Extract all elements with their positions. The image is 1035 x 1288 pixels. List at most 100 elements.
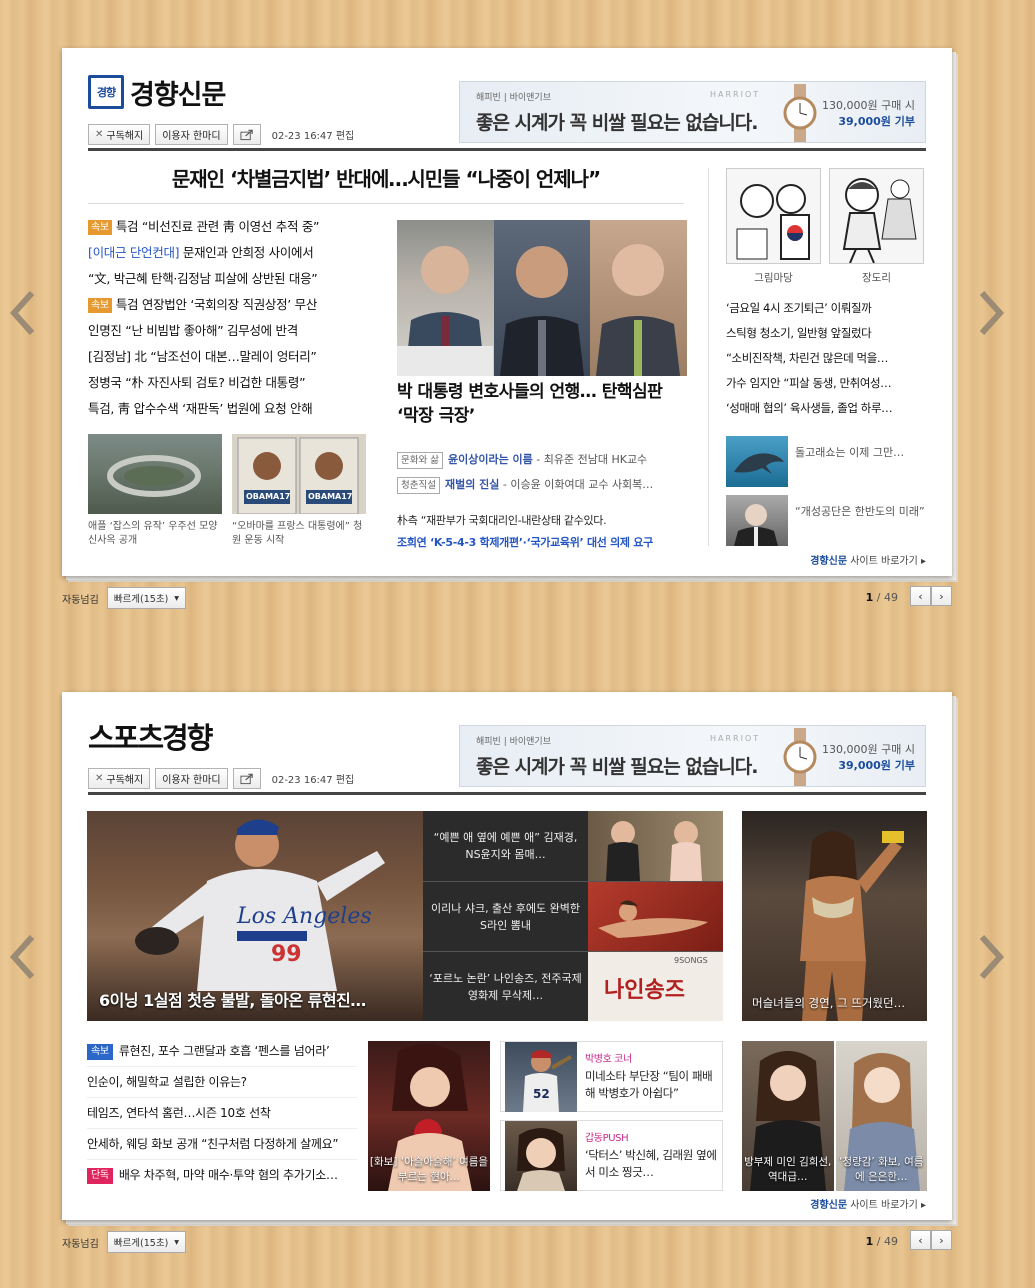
- shortcut-brand: 경향신문: [810, 1200, 848, 1211]
- ad-banner[interactable]: 해피빈 | 바이앤기브 좋은 시계가 꼭 비쌀 필요는 없습니다. HARRIO…: [459, 81, 926, 143]
- ad-top: 해피빈 | 바이앤기브: [476, 93, 551, 103]
- gallery-item[interactable]: 이리나 샤크, 출산 후에도 완벽한 S라인 뽐내: [423, 881, 723, 951]
- list-item[interactable]: 가수 임지안 “피살 동생, 만취여성…: [726, 371, 924, 396]
- box-text: 갑동PUSH ‘닥터스’ 박신혜, 김래원 옆에서 미소 찡긋…: [585, 1130, 718, 1181]
- thumb-obama-poster[interactable]: OBAMA17 OBAMA17 “오바마를 프랑스 대통령에” 청원 운동 시작: [232, 434, 366, 548]
- list-item[interactable]: [이대근 단언컨대] 문재인과 안희정 사이에서: [88, 240, 388, 266]
- main-photo-title[interactable]: 박 대통령 변호사들의 언행… 탄핵심판 ‘막장 극장’: [397, 380, 687, 428]
- list-item[interactable]: 속보 특검 연장법안 ‘국회의장 직권상정’ 무산: [88, 292, 388, 318]
- cartoon-jangdori[interactable]: 장도리: [829, 168, 924, 285]
- ad-main: 좋은 시계가 꼭 비쌀 필요는 없습니다.: [476, 756, 758, 778]
- duo-photos: 방부제 미인 김희선, 역대급… ‘청량감’ 화보, 여름에 은은한…: [742, 1041, 927, 1191]
- list-item[interactable]: 특검, 靑 압수수색 ‘재판독’ 법원에 요청 안해: [88, 396, 388, 422]
- next-page-button[interactable]: ›: [931, 586, 952, 606]
- thumb-apple-campus[interactable]: 애플 ‘잡스의 유작’ 우주선 모양 신사옥 공개: [88, 434, 222, 548]
- site-shortcut-link[interactable]: 경향신문 사이트 바로가기 ▸: [810, 552, 926, 567]
- list-item[interactable]: ‘성매매 협의’ 육사생들, 졸업 하루…: [726, 396, 924, 421]
- share-button[interactable]: [232, 124, 261, 145]
- list-item-text: 특검 “비선진료 관련 靑 이영선 추적 중”: [115, 219, 320, 234]
- gallery-stack: “예쁜 애 옆에 예쁜 애” 김재경, NS윤지와 몸매… 이리나 샤크, 출산…: [423, 811, 723, 1021]
- list-item[interactable]: ‘금요일 4시 조기퇴근’ 이뤄질까: [726, 296, 924, 321]
- list-item[interactable]: 朴측 “재판부가 국회대리인-내란상태 같수있다.: [397, 510, 687, 532]
- chevron-right-icon: [979, 290, 1005, 336]
- gallery-item[interactable]: “예쁜 애 옆에 예쁜 애” 김재경, NS윤지와 몸매…: [423, 811, 723, 881]
- column-prefix: [이대근 단언컨대]: [88, 245, 180, 260]
- logo[interactable]: 경향 경향신문: [88, 74, 226, 111]
- ad-price-text: 130,000원 구매 시: [822, 99, 915, 112]
- ad-top: 해피빈 | 바이앤기브: [476, 737, 551, 747]
- corner-box-park[interactable]: 52 박병호 코너 미네소타 부단장 “팀이 패배해 박병호가 아쉽다”: [500, 1041, 723, 1112]
- auto-advance-label: 자동넘김: [62, 594, 99, 606]
- prev-page-button[interactable]: ‹: [910, 586, 931, 606]
- gallery-item[interactable]: ‘포르노 논란’ 나인송즈, 전주국제영화제 무삭제… 9SONGS 나인송즈: [423, 951, 723, 1021]
- column-title: 윤이상이라는 이름: [447, 453, 533, 466]
- news-list: 속보 특검 “비선진료 관련 靑 이영선 추적 중” [이대근 단언컨대] 문재인…: [88, 214, 388, 422]
- list-item[interactable]: 스틱형 청소기, 일반형 앞질렀다: [726, 321, 924, 346]
- speed-value: 빠르게(15초): [113, 594, 169, 605]
- big-photo-right[interactable]: 머슬녀들의 경연, 그 뜨거웠던…: [742, 811, 927, 1021]
- right-thumb-kaesong[interactable]: “개성공단은 한반도의 미래”: [726, 495, 926, 546]
- duo-photo[interactable]: 방부제 미인 김희선, 역대급…: [742, 1041, 834, 1191]
- logo[interactable]: 스포츠경향: [88, 718, 213, 755]
- site-shortcut-link[interactable]: 경향신문 사이트 바로가기 ▸: [810, 1196, 926, 1211]
- share-button[interactable]: [232, 768, 261, 789]
- list-item[interactable]: 인명진 “난 비빔밥 좋아해” 김무성에 반격: [88, 318, 388, 344]
- duo-caption: ‘청량감’ 화보, 여름에 은은한…: [839, 1156, 924, 1183]
- list-item[interactable]: [김정남] 北 “남조선이 대본…말레이 엉터리”: [88, 344, 388, 370]
- main-headline[interactable]: 문재인 ‘차별금지법’ 반대에…시민들 “나중이 언제나”: [88, 156, 684, 204]
- list-item[interactable]: 인순이, 해밀학교 설립한 이유는?: [87, 1067, 357, 1098]
- chevron-right-icon: ›: [939, 1233, 944, 1247]
- duo-photo[interactable]: ‘청량감’ 화보, 여름에 은은한…: [835, 1041, 927, 1191]
- speed-select[interactable]: 빠르게(15초) ▾: [106, 1231, 187, 1253]
- duo-caption: 방부제 미인 김희선, 역대급…: [744, 1156, 832, 1183]
- poster-text: OBAMA17: [246, 492, 291, 501]
- cartoon-caption: 그림마당: [754, 272, 793, 284]
- right-thumb-dolphin[interactable]: 돌고래쇼는 이제 그만…: [726, 436, 926, 487]
- next-page-button[interactable]: ›: [931, 1230, 952, 1250]
- divider: [88, 148, 926, 151]
- column-list: 문화와 삶 윤이상이라는 이름 - 최유준 전남대 HK교수 청춘직설 재벌의 진실…: [397, 450, 687, 500]
- list-item[interactable]: 안세하, 웨딩 화보 공개 “친구처럼 다정하게 살께요”: [87, 1129, 357, 1160]
- box-text: 박병호 코너 미네소타 부단장 “팀이 패배해 박병호가 아쉽다”: [585, 1051, 718, 1102]
- column-item[interactable]: 문화와 삶 윤이상이라는 이름 - 최유준 전남대 HK교수: [397, 450, 687, 475]
- column-item[interactable]: 청춘직설 재벌의 진실 - 이승윤 이화여대 교수 사회복…: [397, 475, 687, 500]
- gallery-text: ‘포르노 논란’ 나인송즈, 전주국제영화제 무삭제…: [423, 952, 588, 1021]
- list-item[interactable]: “소비진작책, 차린건 많은데 먹을…: [726, 346, 924, 371]
- speed-select[interactable]: 빠르게(15초) ▾: [106, 587, 187, 609]
- hero-photo[interactable]: Los Angeles 99 6이닝 1실점 첫승 불발, 돌아온 류현진…: [87, 811, 423, 1021]
- ad-banner[interactable]: 해피빈 | 바이앤기브 좋은 시계가 꼭 비쌀 필요는 없습니다. HARRIO…: [459, 725, 926, 787]
- chevron-right-icon: ›: [939, 589, 944, 603]
- prev-page-button[interactable]: ‹: [910, 1230, 931, 1250]
- poster-small-text: 9SONGS: [674, 956, 708, 965]
- unsubscribe-button[interactable]: ✕ 구독해지: [88, 124, 151, 145]
- page-indicator: 1 / 49: [866, 1235, 898, 1248]
- page-buttons: ‹ ›: [910, 1230, 952, 1250]
- main-photo[interactable]: [397, 220, 688, 376]
- logo-text: 경향신문: [130, 79, 226, 111]
- list-item[interactable]: 속보 특검 “비선진료 관련 靑 이영선 추적 중”: [88, 214, 388, 240]
- user-word-button[interactable]: 이용자 한마디: [155, 768, 228, 789]
- list-item[interactable]: “文, 박근혜 탄핵·김정남 피살에 상반된 대응”: [88, 266, 388, 292]
- baseball-image: 52: [505, 1041, 577, 1112]
- gallery-text: “예쁜 애 옆에 예쁜 애” 김재경, NS윤지와 몸매…: [423, 811, 588, 881]
- thumb-text: 돌고래쇼는 이제 그만…: [795, 446, 905, 459]
- user-word-button[interactable]: 이용자 한마디: [155, 124, 228, 145]
- list-item[interactable]: 정병국 “朴 자진사퇴 검토? 비겁한 대통령”: [88, 370, 388, 396]
- list-item[interactable]: 조희연 ‘K-5-4-3 학제개편’·‘국가교육위’ 대선 의제 요구: [397, 532, 687, 554]
- list-item[interactable]: 속보 류현진, 포수 그랜달과 호흡 ‘펜스를 넘어라’: [87, 1036, 357, 1067]
- exclusive-badge: 단독: [87, 1168, 113, 1184]
- next-arrow-2[interactable]: [978, 934, 1005, 980]
- prev-arrow-1[interactable]: [9, 290, 36, 336]
- unsubscribe-button[interactable]: ✕ 구독해지: [88, 768, 151, 789]
- photo-pictorial[interactable]: [화보] ‘아슬아슬해’ 여름을 부르는 현아…: [368, 1041, 490, 1191]
- cartoon-grimmadang[interactable]: 그림마당: [726, 168, 821, 285]
- next-arrow-1[interactable]: [978, 290, 1005, 336]
- box-label: 갑동PUSH: [585, 1133, 629, 1144]
- corner-box-push[interactable]: 갑동PUSH ‘닥터스’ 박신혜, 김래원 옆에서 미소 찡긋…: [500, 1120, 723, 1191]
- breaking-badge: 속보: [88, 298, 112, 313]
- prev-arrow-2[interactable]: [9, 934, 36, 980]
- list-item[interactable]: 테임즈, 연타석 홈런…시즌 10호 선착: [87, 1098, 357, 1129]
- auto-advance: 자동넘김 빠르게(15초) ▾: [62, 587, 187, 609]
- list-item[interactable]: 단독 배우 차주혁, 마약 매수·투약 혐의 추가기소…: [87, 1160, 357, 1191]
- auto-advance: 자동넘김 빠르게(15초) ▾: [62, 1231, 187, 1253]
